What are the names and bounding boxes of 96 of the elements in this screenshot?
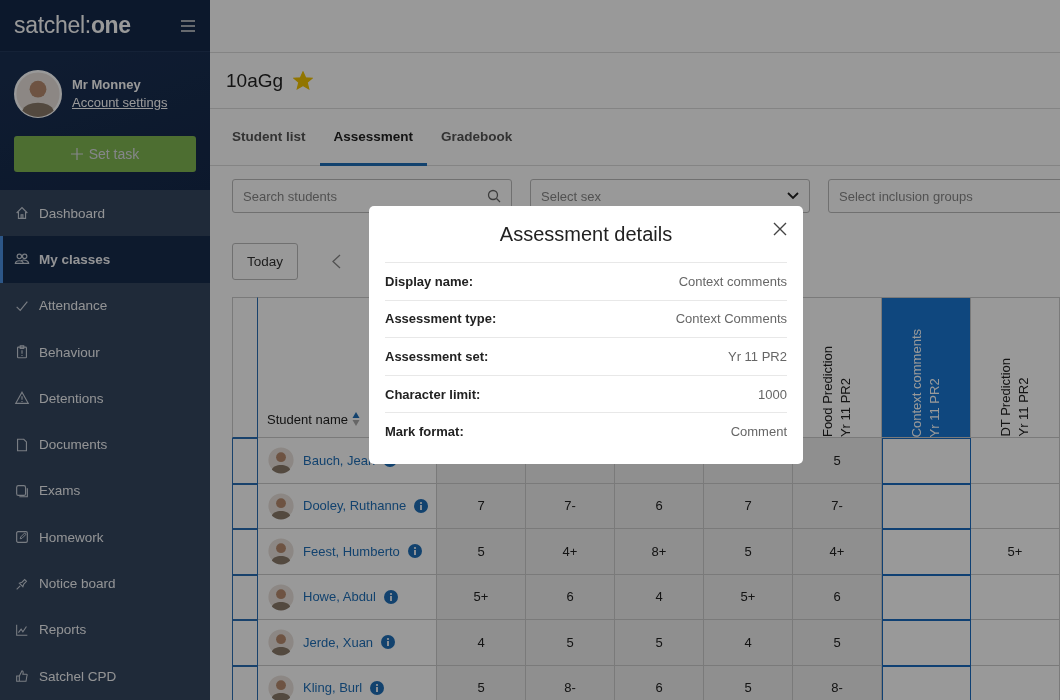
grade-cell[interactable] — [882, 529, 971, 575]
grade-cell[interactable]: 6 — [526, 574, 615, 620]
grade-cell[interactable]: 7 — [704, 483, 793, 529]
student-name-link[interactable]: Feest, Humberto — [303, 543, 400, 559]
user-name: Mr Monney — [72, 77, 142, 92]
grade-cell[interactable] — [882, 665, 971, 700]
document-icon — [14, 436, 30, 453]
avatar-icon — [267, 491, 295, 520]
grade-cell[interactable]: 5 — [615, 620, 704, 666]
grade-cell[interactable]: 5 — [437, 529, 526, 575]
sidebar-item[interactable]: Satchel CPD — [0, 652, 210, 700]
grade-cell[interactable]: 4 — [615, 574, 704, 620]
grade-cell[interactable]: 8- — [526, 665, 615, 700]
search-icon — [487, 189, 501, 203]
tab[interactable]: Gradebook — [427, 109, 527, 166]
student-name-link[interactable]: Jerde, Xuan — [303, 634, 374, 650]
grade-cell[interactable]: 5+ — [971, 529, 1060, 575]
field-value: Comment — [730, 424, 787, 440]
info-icon[interactable] — [381, 635, 396, 650]
sidebar-item[interactable]: Documents — [0, 421, 210, 468]
row-checkbox[interactable] — [232, 529, 258, 575]
app-logo: satchel:one — [14, 12, 131, 39]
tab[interactable]: Assessment — [319, 109, 428, 166]
sidebar-item[interactable]: Exams — [0, 467, 210, 515]
chevron-down-icon — [787, 192, 799, 200]
dialog-title: Assessment details — [499, 222, 673, 246]
avatar-icon — [267, 628, 295, 657]
sidebar-item[interactable]: Notice board — [0, 560, 210, 607]
edit-icon — [14, 529, 30, 546]
field-value: Yr 11 PR2 — [728, 349, 787, 364]
info-icon[interactable] — [384, 589, 398, 604]
field-value: Context Comments — [675, 311, 787, 327]
student-name-link[interactable]: Kling, Burl — [303, 680, 363, 696]
field-value: 1000 — [758, 386, 787, 402]
column-header[interactable]: Context comments Yr 11 PR2 — [882, 297, 971, 438]
grade-cell[interactable]: 5 — [793, 438, 882, 484]
grade-cell[interactable]: 5+ — [704, 574, 793, 620]
grade-cell[interactable]: 6 — [615, 483, 704, 529]
grade-cell[interactable]: 5 — [704, 529, 793, 575]
close-icon[interactable] — [773, 222, 787, 236]
row-checkbox[interactable] — [232, 574, 258, 620]
plus-icon — [70, 148, 83, 160]
thumbs-up-icon — [14, 668, 30, 685]
grade-cell[interactable]: 7- — [526, 483, 615, 529]
grade-cell[interactable]: 5 — [793, 620, 882, 666]
grade-cell[interactable]: 5 — [437, 665, 526, 700]
student-name-link[interactable]: Howe, Abdul — [303, 589, 376, 605]
row-checkbox[interactable] — [232, 483, 258, 529]
info-icon[interactable] — [370, 680, 385, 695]
row-checkbox[interactable] — [232, 438, 258, 484]
class-title: 10aGg — [226, 69, 284, 92]
info-icon[interactable] — [407, 544, 422, 559]
home-icon — [14, 205, 30, 222]
tab[interactable]: Student list — [218, 109, 320, 166]
grade-cell[interactable]: 5 — [704, 665, 793, 700]
clipboard-icon — [14, 344, 30, 361]
grade-cell[interactable] — [882, 574, 971, 620]
sidebar-item[interactable]: Detentions — [0, 375, 210, 422]
sidebar-item[interactable]: Reports — [0, 606, 210, 653]
grade-cell[interactable]: 7 — [437, 483, 526, 529]
sidebar-item[interactable]: Homework — [0, 514, 210, 561]
grade-cell[interactable]: 8- — [793, 665, 882, 700]
grade-cell[interactable] — [882, 620, 971, 666]
grade-cell[interactable]: 5 — [526, 620, 615, 666]
previous-icon[interactable] — [332, 253, 341, 269]
sidebar-item[interactable]: Behaviour — [0, 328, 210, 376]
inclusion-groups-dropdown[interactable]: Select inclusion groups — [828, 179, 1060, 213]
field-value: Context comments — [678, 273, 787, 289]
grade-cell[interactable] — [882, 483, 971, 529]
menu-icon[interactable] — [180, 18, 196, 33]
info-icon[interactable] — [414, 498, 429, 513]
account-settings-link[interactable]: Account settings — [72, 95, 168, 110]
grade-cell[interactable]: 4+ — [526, 529, 615, 575]
grade-cell[interactable]: 4 — [437, 620, 526, 666]
avatar-icon — [267, 446, 295, 475]
field-label: Display name: — [385, 273, 474, 289]
row-checkbox[interactable] — [232, 620, 258, 666]
grade-cell[interactable]: 7- — [793, 483, 882, 529]
warning-icon — [14, 390, 30, 407]
sidebar-item[interactable]: My classes — [0, 236, 210, 283]
student-name-link[interactable]: Dooley, Ruthanne — [303, 498, 407, 514]
grade-cell[interactable]: 4+ — [793, 529, 882, 575]
pages-icon — [14, 482, 30, 499]
grade-cell[interactable] — [882, 438, 971, 484]
avatar-icon — [14, 70, 62, 118]
star-icon[interactable] — [293, 71, 314, 90]
today-button[interactable]: Today — [232, 242, 298, 280]
avatar-icon — [267, 582, 295, 611]
grade-cell[interactable]: 6 — [615, 665, 704, 700]
column-header[interactable]: DT Prediction Yr 11 PR2 — [971, 297, 1060, 438]
grade-cell[interactable]: 5+ — [437, 574, 526, 620]
grade-cell[interactable]: 6 — [793, 574, 882, 620]
grade-cell[interactable]: 8+ — [615, 529, 704, 575]
sort-icon — [351, 411, 360, 427]
grade-cell[interactable]: 4 — [704, 620, 793, 666]
avatar-icon — [267, 537, 295, 566]
